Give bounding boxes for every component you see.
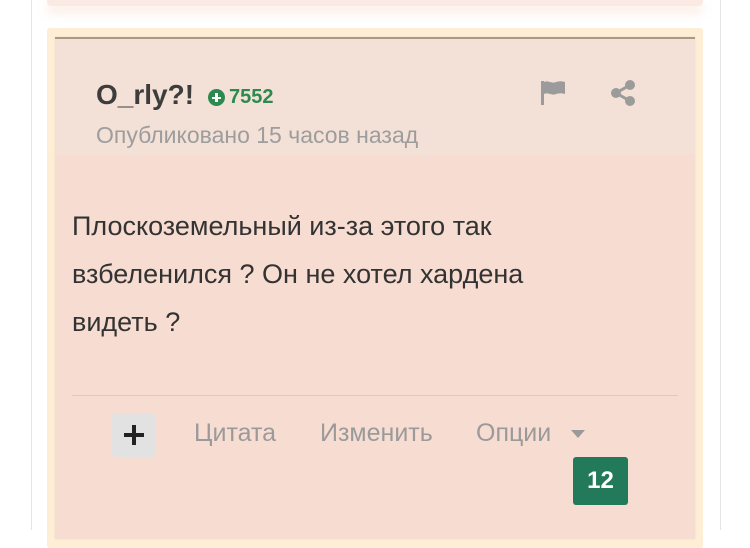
- reputation-badge: 7552: [208, 86, 274, 109]
- edit-button[interactable]: Изменить: [320, 419, 433, 448]
- reputation-value: 7552: [229, 86, 274, 108]
- post-text-line: взбеленился ? Он не хотел хардена: [72, 259, 524, 289]
- share-button[interactable]: [608, 79, 638, 107]
- post-header: O_rly?! 7552 Опубликовано 15 часов назад: [55, 39, 695, 155]
- author-name[interactable]: O_rly?!: [96, 79, 194, 111]
- plus-circle-icon: [208, 89, 225, 106]
- reaction-count-badge: 12: [573, 457, 628, 505]
- post-date: Опубликовано 15 часов назад: [96, 122, 419, 148]
- add-reputation-button[interactable]: [112, 413, 156, 457]
- share-icon: [611, 80, 635, 106]
- previous-post-edge: [47, 0, 703, 6]
- footer-divider: [72, 395, 678, 396]
- post-content: Плоскоземельный из-за этого так взбелени…: [72, 202, 672, 346]
- post-text-line: Плоскоземельный из-за этого так: [72, 211, 492, 241]
- quote-button[interactable]: Цитата: [194, 419, 276, 448]
- flag-icon: [541, 81, 565, 105]
- options-dropdown[interactable]: Опции: [476, 419, 551, 448]
- report-button[interactable]: [538, 79, 568, 107]
- caret-down-icon[interactable]: [571, 430, 585, 438]
- post-text-line: видеть ?: [72, 307, 181, 337]
- post-card: O_rly?! 7552 Опубликовано 15 часов назад…: [55, 37, 695, 539]
